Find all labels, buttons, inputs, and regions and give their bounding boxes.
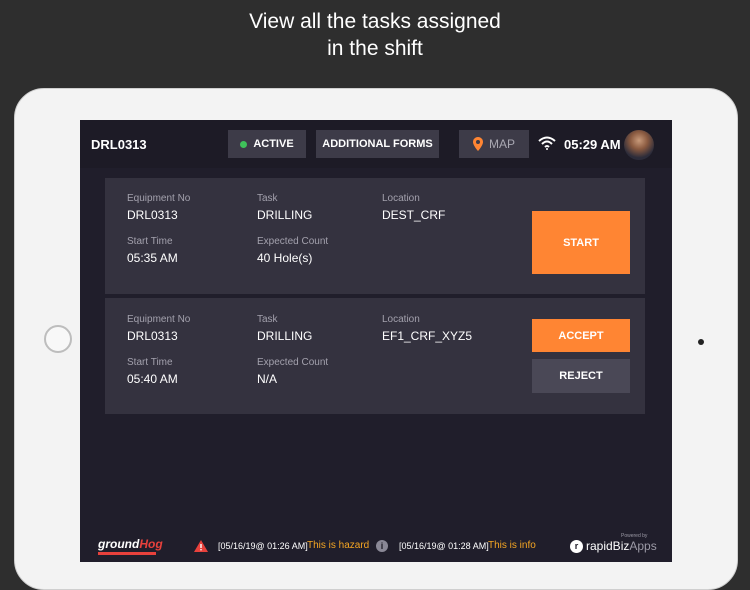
accept-button-label: ACCEPT xyxy=(558,329,604,342)
logo-ground-text: ground xyxy=(98,537,140,551)
status-active-button[interactable]: ACTIVE xyxy=(228,130,306,158)
rapidbizapps-icon: r xyxy=(570,539,583,553)
location-value: DEST_CRF xyxy=(382,208,446,222)
task-value: DRILLING xyxy=(257,208,313,222)
logo-hog-text: Hog xyxy=(139,537,163,551)
groundhog-logo: groundHog xyxy=(98,537,163,551)
app-screen: DRL0313 ACTIVE ADDITIONAL FORMS MAP 05:2… xyxy=(80,120,672,562)
task-card: Equipment No DRL0313 Task DRILLING Locat… xyxy=(105,298,645,414)
hazard-warning-icon xyxy=(194,540,208,552)
expected-count-label: Expected Count xyxy=(257,357,329,368)
status-dot-icon xyxy=(240,140,248,148)
current-time: 05:29 AM xyxy=(564,137,621,152)
start-time-value: 05:40 AM xyxy=(127,372,178,386)
info-icon: i xyxy=(376,540,388,552)
map-button[interactable]: MAP xyxy=(459,130,529,158)
home-button[interactable] xyxy=(44,325,72,353)
additional-forms-button[interactable]: ADDITIONAL FORMS xyxy=(316,130,439,158)
equipment-id: DRL0313 xyxy=(91,137,147,152)
logo-underline xyxy=(98,552,156,555)
expected-count-value: N/A xyxy=(257,372,278,386)
top-bar: DRL0313 ACTIVE ADDITIONAL FORMS MAP 05:2… xyxy=(80,120,672,168)
footer-bar: groundHog [05/16/19@ 01:26 AM] This is h… xyxy=(80,530,672,562)
task-label: Task xyxy=(257,193,278,204)
start-time-label: Start Time xyxy=(127,236,173,247)
start-time-value: 05:35 AM xyxy=(127,251,178,265)
avatar[interactable] xyxy=(624,130,654,160)
task-label: Task xyxy=(257,314,278,325)
start-button-label: START xyxy=(563,236,599,249)
reject-button[interactable]: REJECT xyxy=(532,359,630,393)
additional-forms-label: ADDITIONAL FORMS xyxy=(322,138,433,150)
map-label: MAP xyxy=(488,137,515,151)
accept-button[interactable]: ACCEPT xyxy=(532,319,630,352)
start-button[interactable]: START xyxy=(532,211,630,274)
expected-count-value: 40 Hole(s) xyxy=(257,251,313,265)
brand-rapid-text: rapidBiz xyxy=(586,539,630,553)
task-value: DRILLING xyxy=(257,329,313,343)
map-pin-icon xyxy=(472,137,483,151)
rapidbizapps-logo: r rapidBiz Apps xyxy=(570,539,657,553)
headline: View all the tasks assigned in the shift xyxy=(0,8,750,62)
headline-line-1: View all the tasks assigned xyxy=(249,10,501,33)
reject-button-label: REJECT xyxy=(559,370,603,382)
location-label: Location xyxy=(382,314,420,325)
expected-count-label: Expected Count xyxy=(257,236,329,247)
brand-apps-text: Apps xyxy=(629,539,657,553)
hazard-message[interactable]: This is hazard xyxy=(307,540,369,551)
info-timestamp: [05/16/19@ 01:28 AM] xyxy=(399,541,489,551)
status-label: ACTIVE xyxy=(253,138,294,150)
info-message[interactable]: This is info xyxy=(488,540,536,551)
equipment-label: Equipment No xyxy=(127,314,191,325)
location-label: Location xyxy=(382,193,420,204)
camera xyxy=(698,339,704,345)
headline-line-2: in the shift xyxy=(327,37,423,60)
equipment-value: DRL0313 xyxy=(127,329,178,343)
start-time-label: Start Time xyxy=(127,357,173,368)
equipment-label: Equipment No xyxy=(127,193,191,204)
location-value: EF1_CRF_XYZ5 xyxy=(382,329,473,343)
hazard-timestamp: [05/16/19@ 01:26 AM] xyxy=(218,541,308,551)
equipment-value: DRL0313 xyxy=(127,208,178,222)
task-card: Equipment No DRL0313 Task DRILLING Locat… xyxy=(105,178,645,294)
wifi-icon xyxy=(538,136,556,150)
